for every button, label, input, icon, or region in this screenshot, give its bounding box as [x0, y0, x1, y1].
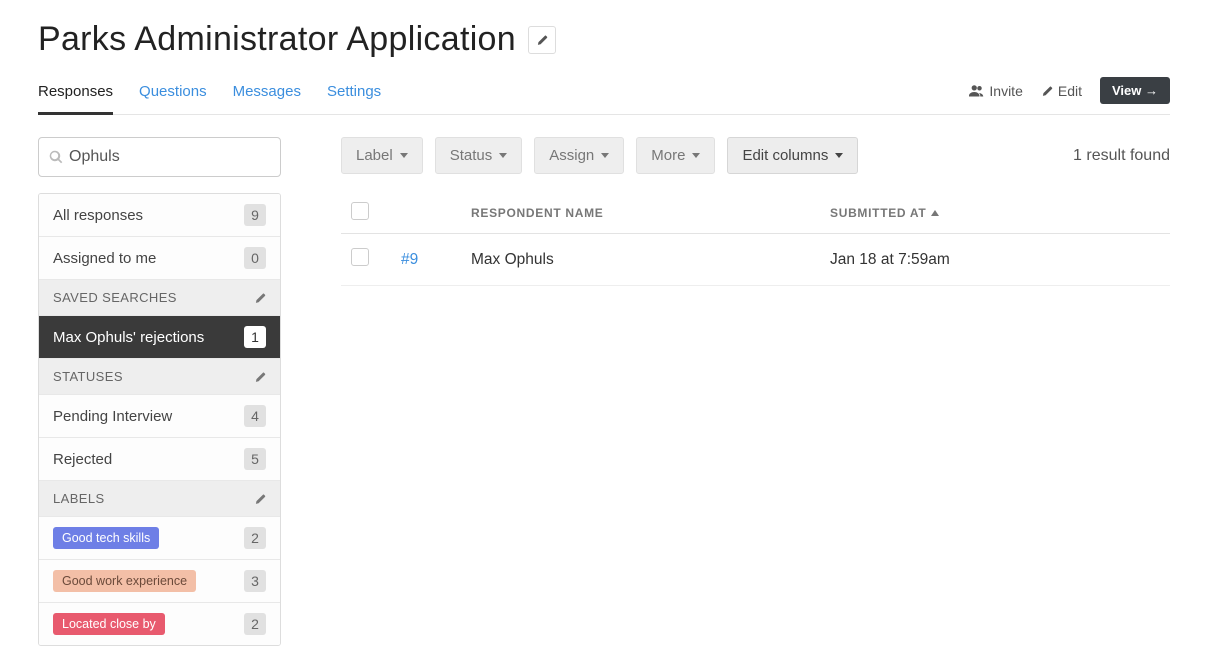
- label-pill: Good work experience: [53, 570, 196, 592]
- caret-down-icon: [692, 153, 700, 158]
- row-checkbox[interactable]: [351, 248, 369, 266]
- select-all-checkbox[interactable]: [351, 202, 369, 220]
- edit-label: Edit: [1058, 83, 1082, 99]
- table-row[interactable]: #9 Max Ophuls Jan 18 at 7:59am: [341, 234, 1170, 286]
- count-badge: 1: [244, 326, 266, 348]
- edit-title-button[interactable]: [528, 26, 556, 54]
- count-badge: 4: [244, 405, 266, 427]
- pencil-icon: [1041, 85, 1053, 97]
- heading-label: Saved Searches: [53, 290, 177, 305]
- caret-down-icon: [400, 153, 408, 158]
- pencil-icon: [536, 34, 548, 46]
- heading-label: Statuses: [53, 369, 123, 384]
- edit-labels-button[interactable]: [254, 493, 266, 505]
- caret-down-icon: [835, 153, 843, 158]
- filter-label: Max Ophuls' rejections: [53, 329, 204, 346]
- count-badge: 2: [244, 613, 266, 635]
- btn-label: Edit columns: [742, 147, 828, 164]
- more-dropdown[interactable]: More: [636, 137, 715, 174]
- label-pill: Located close by: [53, 613, 165, 635]
- filter-all-responses[interactable]: All responses 9: [39, 194, 280, 236]
- users-icon: [969, 84, 984, 97]
- label-dropdown[interactable]: Label: [341, 137, 423, 174]
- count-badge: 0: [244, 247, 266, 269]
- filter-label: Assigned to me: [53, 250, 156, 267]
- btn-label: Label: [356, 147, 393, 164]
- label-item[interactable]: Located close by 2: [39, 602, 280, 645]
- btn-label: Assign: [549, 147, 594, 164]
- column-submitted-at[interactable]: Submitted At: [830, 206, 1170, 220]
- column-label: Submitted At: [830, 206, 926, 220]
- respondent-name: Max Ophuls: [471, 251, 830, 269]
- invite-link[interactable]: Invite: [969, 83, 1022, 99]
- assign-dropdown[interactable]: Assign: [534, 137, 624, 174]
- sort-asc-icon: [931, 210, 939, 216]
- label-item[interactable]: Good tech skills 2: [39, 516, 280, 559]
- page-title: Parks Administrator Application: [38, 20, 516, 59]
- saved-search-item[interactable]: Max Ophuls' rejections 1: [39, 315, 280, 358]
- response-id-link[interactable]: #9: [401, 251, 471, 269]
- saved-searches-heading: Saved Searches: [39, 279, 280, 315]
- caret-down-icon: [601, 153, 609, 158]
- tabs: Responses Questions Messages Settings: [38, 77, 381, 114]
- status-item-pending[interactable]: Pending Interview 4: [39, 394, 280, 437]
- caret-down-icon: [499, 153, 507, 158]
- search-input[interactable]: [69, 148, 276, 166]
- invite-label: Invite: [989, 83, 1022, 99]
- search-icon: [49, 150, 63, 164]
- result-count: 1 result found: [1073, 147, 1170, 165]
- edit-saved-searches-button[interactable]: [254, 292, 266, 304]
- edit-statuses-button[interactable]: [254, 371, 266, 383]
- column-respondent-name[interactable]: Respondent Name: [471, 206, 830, 220]
- submitted-at: Jan 18 at 7:59am: [830, 251, 1170, 269]
- filter-label: All responses: [53, 207, 143, 224]
- btn-label: Status: [450, 147, 493, 164]
- view-button[interactable]: View →: [1100, 77, 1170, 104]
- label-item[interactable]: Good work experience 3: [39, 559, 280, 602]
- filter-label: Rejected: [53, 451, 112, 468]
- filter-assigned-to-me[interactable]: Assigned to me 0: [39, 236, 280, 279]
- count-badge: 3: [244, 570, 266, 592]
- count-badge: 9: [244, 204, 266, 226]
- heading-label: Labels: [53, 491, 105, 506]
- tab-questions[interactable]: Questions: [139, 77, 207, 114]
- count-badge: 5: [244, 448, 266, 470]
- tab-responses[interactable]: Responses: [38, 77, 113, 115]
- search-box: +2: [38, 137, 281, 177]
- tab-messages[interactable]: Messages: [233, 77, 301, 114]
- label-pill: Good tech skills: [53, 527, 159, 549]
- edit-columns-dropdown[interactable]: Edit columns: [727, 137, 858, 174]
- tab-settings[interactable]: Settings: [327, 77, 381, 114]
- status-item-rejected[interactable]: Rejected 5: [39, 437, 280, 480]
- status-dropdown[interactable]: Status: [435, 137, 523, 174]
- filter-label: Pending Interview: [53, 408, 172, 425]
- labels-heading: Labels: [39, 480, 280, 516]
- edit-link[interactable]: Edit: [1041, 83, 1082, 99]
- count-badge: 2: [244, 527, 266, 549]
- statuses-heading: Statuses: [39, 358, 280, 394]
- btn-label: More: [651, 147, 685, 164]
